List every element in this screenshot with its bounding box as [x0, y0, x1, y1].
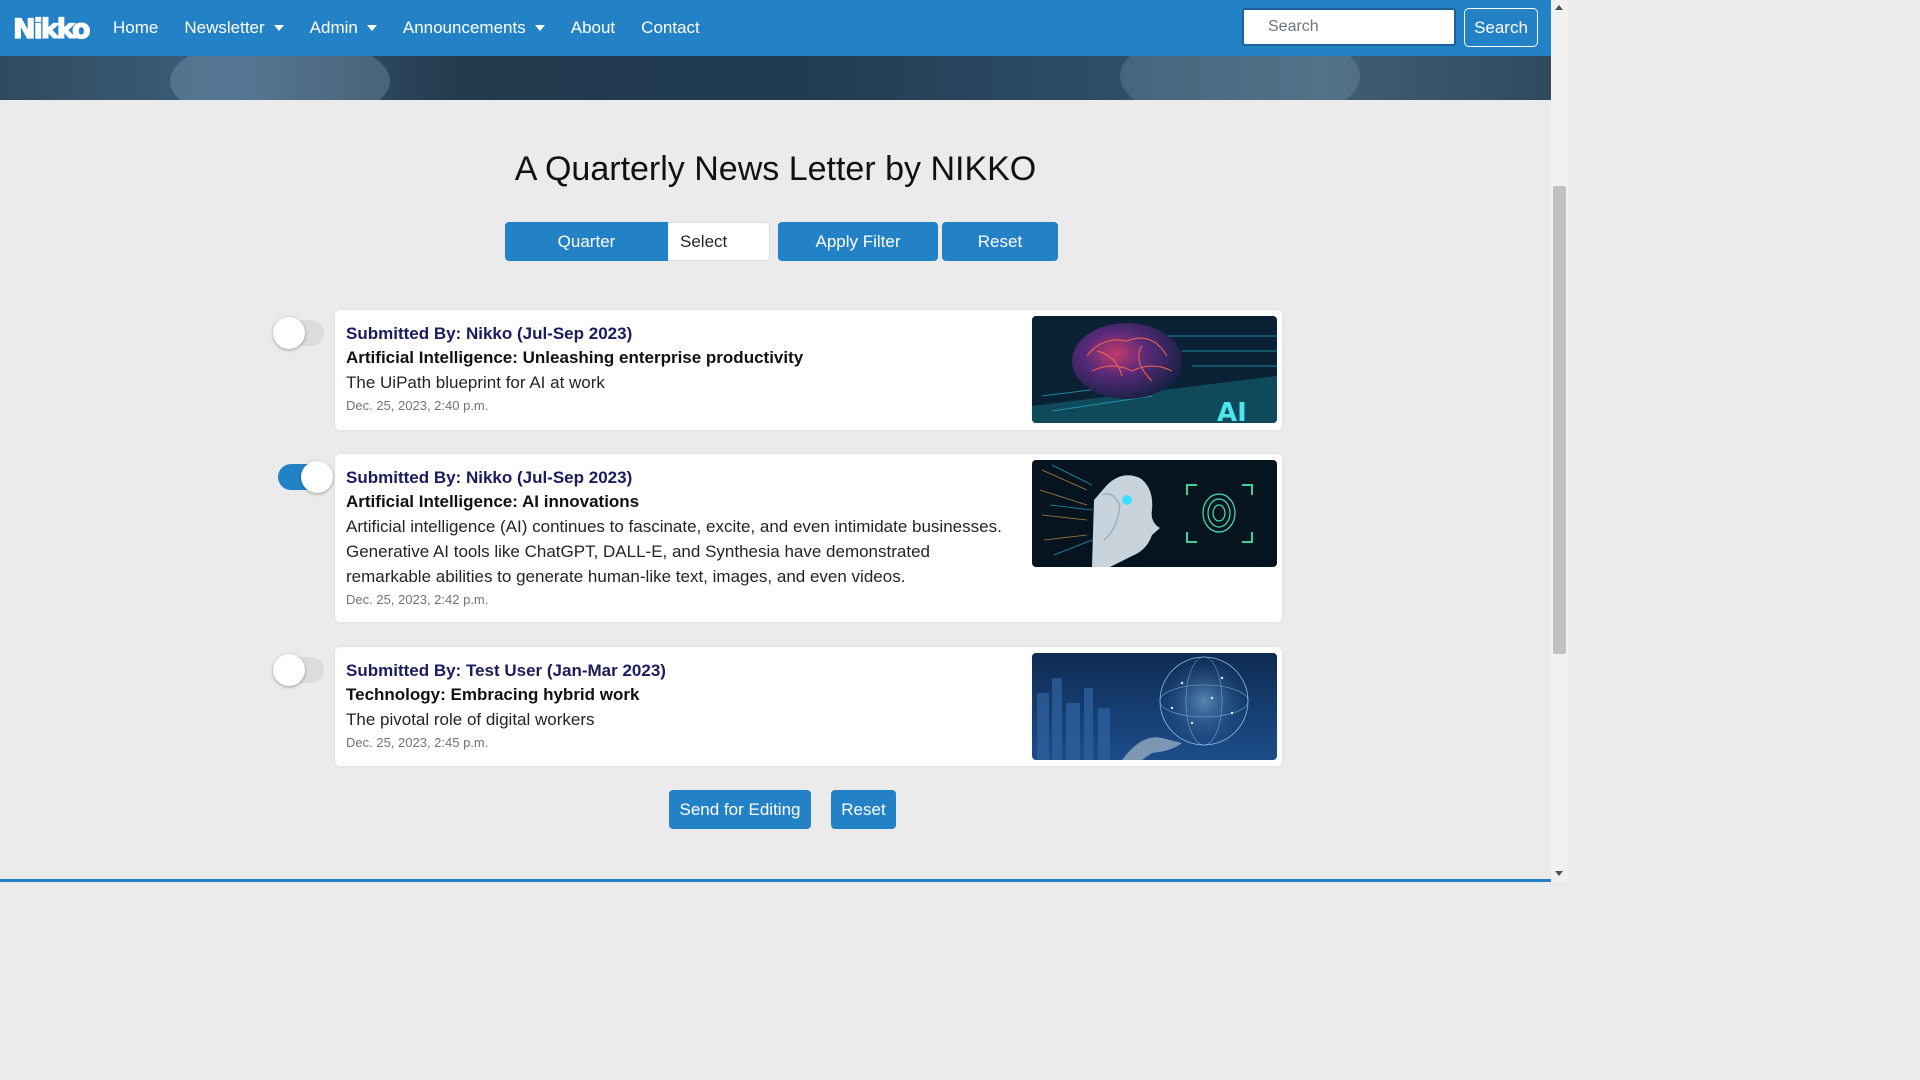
- digital-globe-hand-image: [1032, 653, 1277, 760]
- reset-button[interactable]: Reset: [831, 790, 896, 829]
- quarter-filter: Quarter Select: [505, 222, 770, 261]
- nav-links: Home Newsletter Admin Announcements Abou…: [100, 0, 713, 56]
- select-toggle[interactable]: [273, 317, 324, 349]
- nav-item-home[interactable]: Home: [100, 0, 171, 56]
- card-text: Submitted By: Nikko (Jul-Sep 2023) Artif…: [346, 322, 1006, 417]
- nav-item-label: Home: [113, 18, 159, 37]
- send-for-editing-button[interactable]: Send for Editing: [669, 790, 811, 829]
- nikko-logo[interactable]: Nikko: [12, 10, 92, 46]
- toggle-knob: [273, 317, 305, 349]
- card-submitter: Submitted By: Nikko (Jul-Sep 2023): [346, 468, 633, 487]
- nav-item-contact[interactable]: Contact: [628, 0, 713, 56]
- nav-item-announcements[interactable]: Announcements: [390, 0, 558, 56]
- select-toggle[interactable]: [278, 461, 333, 493]
- search-input[interactable]: [1242, 8, 1456, 46]
- scrollbar-thumb[interactable]: [1553, 186, 1566, 654]
- card-date: Dec. 25, 2023, 2:42 p.m.: [346, 592, 489, 607]
- newsletter-card[interactable]: Submitted By: Nikko (Jul-Sep 2023) Artif…: [335, 310, 1282, 430]
- card-submitter: Submitted By: Test User (Jan-Mar 2023): [346, 661, 666, 680]
- card-heading: Artificial Intelligence: Unleashing ente…: [346, 348, 804, 367]
- card-text: Submitted By: Test User (Jan-Mar 2023) T…: [346, 659, 1006, 754]
- reset-filter-button[interactable]: Reset: [942, 222, 1058, 261]
- card-body: Artificial intelligence (AI) continues t…: [346, 517, 1002, 586]
- card-heading: Artificial Intelligence: AI innovations: [346, 492, 640, 511]
- robot-fingerprint-image: [1032, 460, 1277, 567]
- page-title: A Quarterly News Letter by NIKKO: [514, 150, 1037, 188]
- card-text: Submitted By: Nikko (Jul-Sep 2023) Artif…: [346, 466, 1006, 611]
- footer-divider: [0, 879, 1551, 882]
- card-heading: Technology: Embracing hybrid work: [346, 685, 640, 704]
- newsletter-card[interactable]: Submitted By: Nikko (Jul-Sep 2023) Artif…: [335, 454, 1282, 622]
- toggle-knob: [273, 654, 305, 686]
- caret-down-icon: [366, 25, 377, 31]
- nav-item-newsletter[interactable]: Newsletter: [171, 0, 296, 56]
- nav-item-label: Announcements: [402, 18, 526, 37]
- toggle-knob: [301, 461, 333, 493]
- card-body: The pivotal role of digital workers: [346, 710, 595, 729]
- nav-item-label: About: [570, 18, 616, 37]
- caret-down-icon: [273, 25, 284, 31]
- apply-filter-button[interactable]: Apply Filter: [778, 222, 938, 261]
- nav-item-about[interactable]: About: [558, 0, 628, 56]
- quarter-select[interactable]: Select: [668, 222, 770, 261]
- hero-banner: [0, 56, 1551, 100]
- nav-item-admin[interactable]: Admin: [297, 0, 390, 56]
- card-body: The UiPath blueprint for AI at work: [346, 373, 605, 392]
- select-toggle[interactable]: [273, 654, 324, 686]
- quarter-label: Quarter: [505, 222, 668, 261]
- card-date: Dec. 25, 2023, 2:45 p.m.: [346, 735, 489, 750]
- card-date: Dec. 25, 2023, 2:40 p.m.: [346, 398, 489, 413]
- nikko-logo-icon: Nikko: [12, 13, 92, 45]
- newsletter-card[interactable]: Submitted By: Test User (Jan-Mar 2023) T…: [335, 647, 1282, 766]
- svg-text:AI: AI: [1217, 398, 1247, 423]
- ai-brain-circuit-image: AI: [1032, 316, 1277, 423]
- nav-item-label: Contact: [641, 18, 700, 37]
- svg-text:Nikko: Nikko: [13, 14, 90, 45]
- nav-item-label: Newsletter: [184, 18, 265, 37]
- navbar: Nikko Home Newsletter Admin Announcement…: [0, 0, 1551, 56]
- card-submitter: Submitted By: Nikko (Jul-Sep 2023): [346, 324, 633, 343]
- scroll-down-arrow-icon[interactable]: [1555, 871, 1563, 876]
- caret-down-icon: [534, 25, 545, 31]
- nav-item-label: Admin: [309, 18, 358, 37]
- scroll-up-arrow-icon[interactable]: [1555, 5, 1563, 10]
- search-button[interactable]: Search: [1464, 8, 1538, 47]
